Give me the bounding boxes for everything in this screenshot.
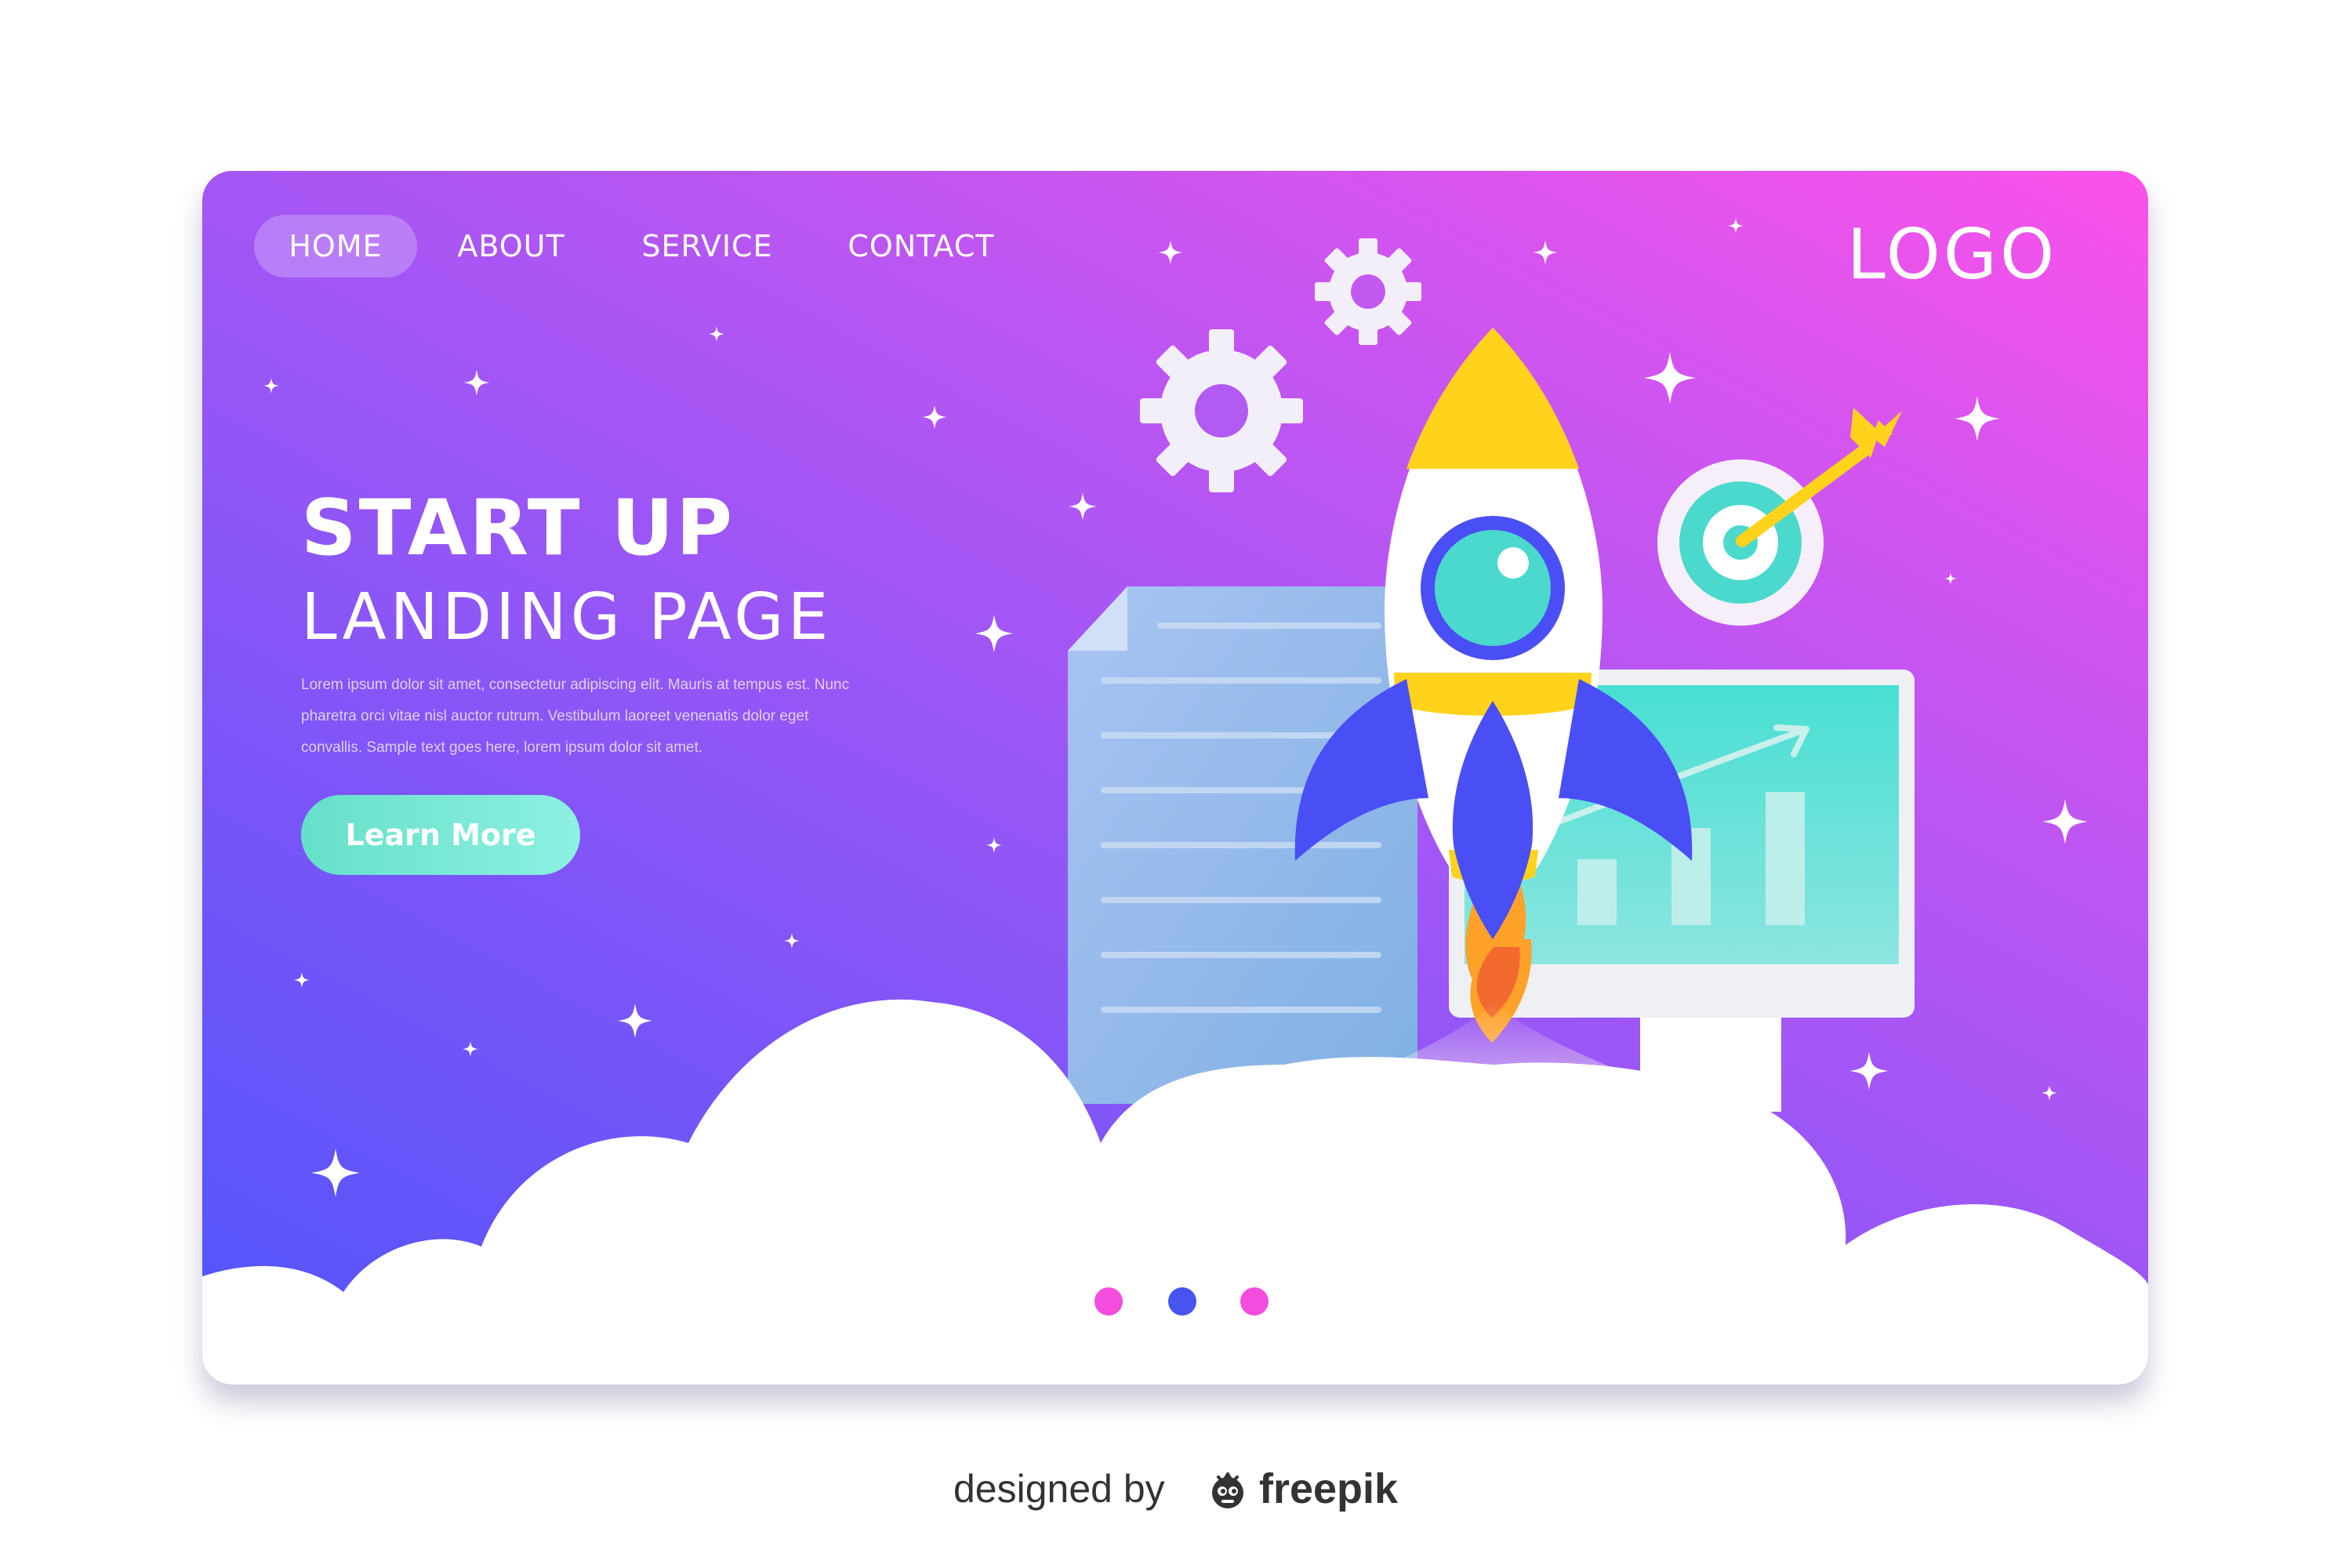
designer-credit: designed by freepik [953,1460,1408,1518]
nav-home[interactable]: HOME [254,215,417,278]
gear-icon [1140,329,1303,492]
nav-service[interactable]: SERVICE [633,215,781,278]
learn-more-button[interactable]: Learn More [301,795,580,875]
landing-hero-card: HOME ABOUT SERVICE CONTACT LOGO START UP… [202,171,2148,1385]
hero-body-text: Lorem ipsum dolor sit amet, consectetur … [301,677,850,756]
slider-dot[interactable] [1094,1287,1123,1316]
hero-illustration [202,218,2148,1385]
credit-prefix: designed by [953,1467,1165,1511]
nav-contact[interactable]: CONTACT [839,215,1004,278]
slider-dot-active[interactable] [1168,1287,1196,1316]
gear-icon [1315,238,1421,345]
credit-brand[interactable]: freepik [1259,1460,1398,1518]
nav-about[interactable]: ABOUT [447,215,575,278]
hero-subtitle: LANDING PAGE [301,580,833,655]
slider-dot[interactable] [1240,1287,1269,1316]
hero-title: START UP [301,484,735,573]
logo[interactable]: LOGO [1819,212,2085,298]
freepik-mascot-icon [1212,1472,1243,1508]
document-icon [1068,586,1417,1104]
